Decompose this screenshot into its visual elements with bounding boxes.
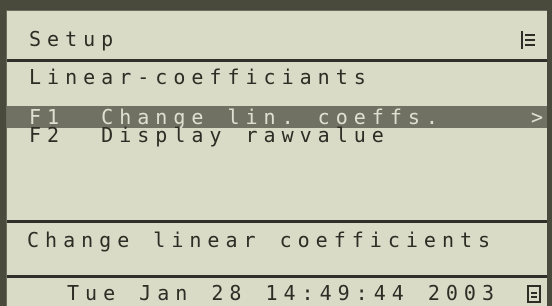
divider <box>7 220 547 223</box>
datetime-display: Tue Jan 28 14:49:44 2003 <box>67 281 500 305</box>
menu-list-icon[interactable] <box>521 31 535 49</box>
screen-title: Setup <box>29 27 120 51</box>
divider <box>7 59 547 62</box>
divider <box>7 275 547 278</box>
lcd-screen: Setup Linear-coefficiants F1 Change lin.… <box>6 10 547 306</box>
menu-item-label: F2 Display rawvalue <box>29 123 390 147</box>
status-box-icon <box>527 285 541 303</box>
status-text: Change linear coefficients <box>27 228 497 252</box>
menu-item-display-rawvalue[interactable]: F2 Display rawvalue <box>7 124 547 146</box>
section-title: Linear-coefficiants <box>29 65 372 89</box>
